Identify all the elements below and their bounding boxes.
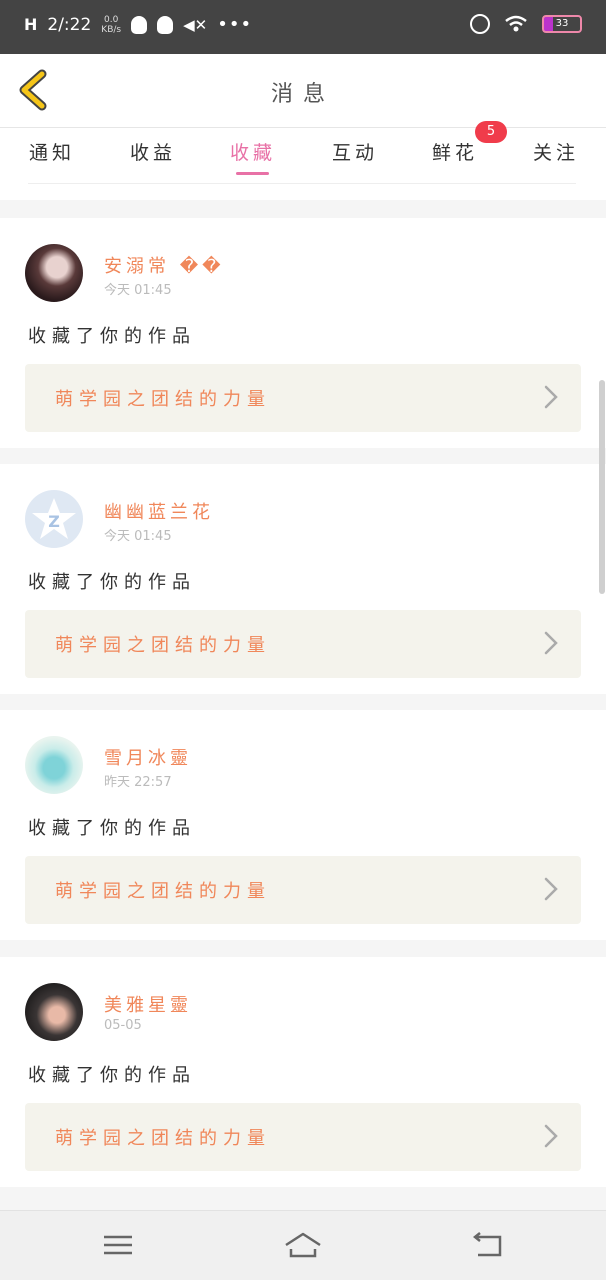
battery-icon: 33 <box>542 15 582 33</box>
header-bar: 消息 <box>0 54 606 128</box>
tab-follow[interactable]: 关注 <box>516 138 596 165</box>
user-name[interactable]: 雪月冰靈 <box>104 744 192 770</box>
chevron-right-icon <box>544 385 558 409</box>
avatar[interactable]: Z <box>25 490 83 548</box>
status-bar: H 2/:22 0.0 KB/s ◀✕ ••• 33 <box>0 0 606 54</box>
user-name[interactable]: 幽幽蓝兰花 <box>104 498 214 524</box>
work-title: 萌学园之团结的力量 <box>55 389 271 410</box>
tab-notice[interactable]: 通知 <box>12 138 92 165</box>
alarm-icon <box>470 14 490 34</box>
action-text: 收藏了你的作品 <box>28 326 196 347</box>
qq-icon <box>157 15 174 34</box>
divider <box>28 183 576 184</box>
work-title: 萌学园之团结的力量 <box>55 881 271 902</box>
notification-card: 安溺常 �� 今天 01:45 收藏了你的作品 萌学园之团结的力量 <box>0 218 606 448</box>
home-icon[interactable] <box>283 1229 323 1261</box>
avatar[interactable] <box>25 244 83 302</box>
status-time: 2/:22 <box>47 14 92 35</box>
work-title: 萌学园之团结的力量 <box>55 1128 271 1149</box>
page-title: 消息 <box>270 82 335 107</box>
flowers-badge: 5 <box>475 121 507 143</box>
wifi-icon <box>505 15 527 32</box>
chevron-right-icon <box>544 1124 558 1148</box>
back-icon[interactable] <box>468 1229 508 1261</box>
tab-bar: 通知 收益 收藏 互动 鲜花 关注 <box>0 128 606 200</box>
more-dots-icon: ••• <box>217 14 253 35</box>
tab-favorites[interactable]: 收藏 <box>213 138 293 165</box>
active-tab-indicator <box>236 172 269 175</box>
timestamp: 05-05 <box>104 1018 142 1033</box>
notification-card: 美雅星靈 05-05 收藏了你的作品 萌学园之团结的力量 <box>0 957 606 1187</box>
action-text: 收藏了你的作品 <box>28 818 196 839</box>
default-avatar-icon: Z <box>32 498 76 539</box>
chevron-right-icon <box>544 631 558 655</box>
tab-interaction[interactable]: 互动 <box>315 138 395 165</box>
work-link[interactable]: 萌学园之团结的力量 <box>25 364 581 432</box>
qq-icon <box>131 15 148 34</box>
scrollbar[interactable] <box>599 380 605 594</box>
work-title: 萌学园之团结的力量 <box>55 635 271 656</box>
work-link[interactable]: 萌学园之团结的力量 <box>25 610 581 678</box>
net-speed-unit: KB/s <box>101 24 122 35</box>
timestamp: 今天 01:45 <box>104 283 172 298</box>
avatar[interactable] <box>25 983 83 1041</box>
action-text: 收藏了你的作品 <box>28 1065 196 1086</box>
work-link[interactable]: 萌学园之团结的力量 <box>25 856 581 924</box>
system-nav-bar <box>0 1210 606 1280</box>
net-speed-value: 0.0 <box>104 14 119 25</box>
work-link[interactable]: 萌学园之团结的力量 <box>25 1103 581 1171</box>
mute-icon: ◀✕ <box>183 15 208 34</box>
user-name[interactable]: 美雅星靈 <box>104 991 192 1017</box>
menu-icon[interactable] <box>98 1229 138 1261</box>
svg-text:Z: Z <box>48 512 60 531</box>
timestamp: 昨天 22:57 <box>104 775 172 790</box>
notification-card: Z 幽幽蓝兰花 今天 01:45 收藏了你的作品 萌学园之团结的力量 <box>0 464 606 694</box>
user-name[interactable]: 安溺常 �� <box>104 252 225 278</box>
net-speed: 0.0 KB/s <box>101 15 121 35</box>
tab-income[interactable]: 收益 <box>113 138 193 165</box>
action-text: 收藏了你的作品 <box>28 572 196 593</box>
chevron-right-icon <box>544 877 558 901</box>
avatar[interactable] <box>25 736 83 794</box>
timestamp: 今天 01:45 <box>104 529 172 544</box>
notification-card: 雪月冰靈 昨天 22:57 收藏了你的作品 萌学园之团结的力量 <box>0 710 606 940</box>
signal-indicator: H <box>24 15 38 34</box>
